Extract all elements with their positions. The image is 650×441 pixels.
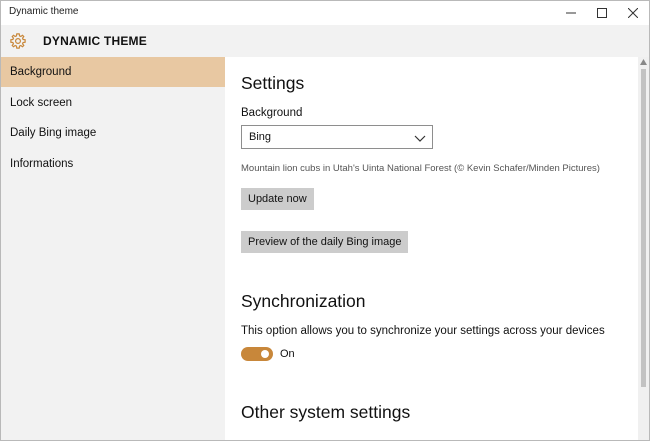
scrollbar-thumb[interactable] [641, 69, 646, 387]
sidebar-item-label: Informations [10, 158, 74, 170]
other-settings-heading: Other system settings [241, 402, 411, 422]
close-icon [628, 8, 638, 18]
sidebar-item-label: Background [10, 66, 72, 78]
sidebar-item-background[interactable]: Background [1, 57, 225, 87]
sidebar-item-informations[interactable]: Informations [1, 149, 225, 179]
sync-description: This option allows you to synchronize yo… [241, 325, 605, 337]
preview-bing-image-button[interactable]: Preview of the daily Bing image [241, 231, 409, 253]
settings-heading: Settings [241, 73, 305, 93]
update-now-button[interactable]: Update now [241, 188, 314, 210]
sidebar-item-label: Lock screen [10, 97, 73, 109]
app-title: DYNAMIC THEME [43, 34, 147, 48]
scroll-up-arrow-icon[interactable] [640, 59, 647, 65]
vertical-scrollbar[interactable] [638, 57, 649, 440]
maximize-button[interactable] [586, 1, 618, 25]
maximize-icon [597, 8, 607, 18]
app-header: DYNAMIC THEME [1, 25, 649, 57]
sidebar-item-lock-screen[interactable]: Lock screen [1, 88, 225, 118]
background-label: Background [241, 107, 303, 119]
image-caption: Mountain lion cubs in Utah's Uinta Natio… [241, 163, 600, 174]
sidebar-item-label: Daily Bing image [10, 127, 97, 139]
app-window: Dynamic theme DYNAMIC THEME Background L… [0, 0, 650, 441]
sidebar-item-daily-bing-image[interactable]: Daily Bing image [1, 118, 225, 148]
window-title: Dynamic theme [9, 6, 79, 17]
background-select[interactable]: Bing [241, 125, 433, 149]
toggle-knob [261, 350, 269, 358]
close-button[interactable] [617, 1, 649, 25]
settings-content: Settings Background Bing Mountain lion c… [225, 57, 638, 440]
background-select-value: Bing [249, 131, 272, 143]
sync-heading: Synchronization [241, 291, 366, 311]
gear-icon[interactable] [9, 32, 27, 50]
sidebar-nav: Background Lock screen Daily Bing image … [1, 57, 225, 440]
chevron-down-icon [414, 135, 426, 142]
minimize-icon [566, 12, 576, 14]
sync-toggle-label: On [280, 348, 295, 360]
minimize-button[interactable] [555, 1, 587, 25]
title-bar[interactable]: Dynamic theme [1, 1, 649, 25]
sync-toggle[interactable] [241, 347, 273, 361]
